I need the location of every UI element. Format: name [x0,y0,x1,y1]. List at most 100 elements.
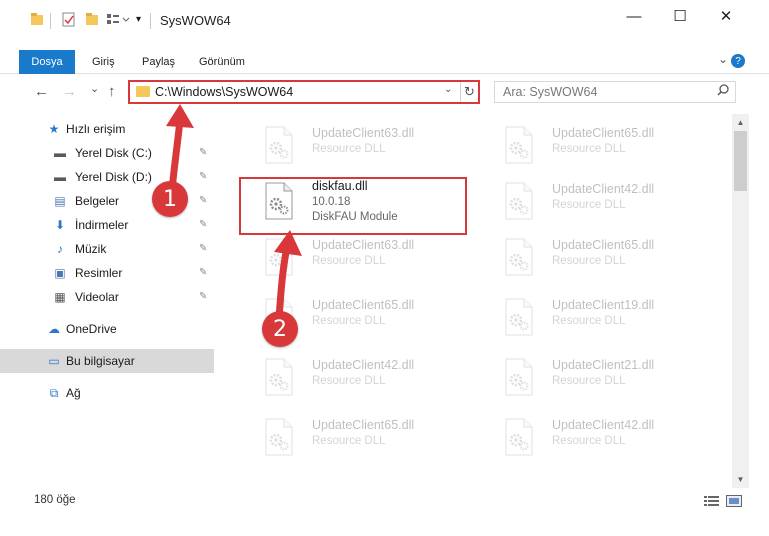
file-type: Resource DLL [552,255,626,267]
pin-icon: ✎ [199,243,208,254]
file-item[interactable]: UpdateClient63.dll Resource DLL [240,232,468,284]
drive-icon: ▬ [54,170,66,184]
file-item[interactable]: UpdateClient65.dll Resource DLL [240,412,468,464]
sidebar-item[interactable]: ♪ Müzik ✎ [0,237,214,261]
file-type: Resource DLL [312,255,386,267]
file-type: Resource DLL [552,435,626,447]
scroll-down-icon[interactable]: ▼ [732,471,749,488]
pin-icon: ✎ [199,219,208,230]
sidebar-item-label: İndirmeler [75,218,129,232]
forward-arrow-icon[interactable]: → [62,83,77,100]
dll-file-icon [504,182,534,220]
search-icon [717,84,729,99]
search-box[interactable]: Ara: SysWOW64 [494,81,736,103]
tab-file-label: Dosya [31,56,63,68]
address-path[interactable]: C:\Windows\SysWOW64 [155,85,293,99]
quick-access-dropdown-icon[interactable]: ▾ [136,14,141,25]
file-name: UpdateClient42.dll [552,182,655,196]
minimize-button[interactable]: — [611,0,657,32]
highlight-box-file [239,177,467,235]
network-icon: ⧉ [49,385,59,400]
file-item[interactable]: UpdateClient21.dll Resource DLL [480,352,708,404]
file-item[interactable]: UpdateClient42.dll Resource DLL [240,352,468,404]
sidebar-item-label: Hızlı erişim [66,122,126,136]
status-bar: 180 öğe [0,488,769,514]
videos-icon: ▦ [54,290,66,304]
file-item[interactable]: UpdateClient42.dll Resource DLL [480,412,708,464]
sidebar-item[interactable]: ▬ Yerel Disk (C:) ✎ [0,141,214,165]
callout-badge-2: 2 [262,311,298,347]
file-type: Resource DLL [312,143,386,155]
sidebar-item[interactable]: ▦ Videolar ✎ [0,285,214,309]
file-name: UpdateClient65.dll [312,418,415,432]
customize-quick-access-icon[interactable] [106,12,130,29]
large-icons-view-icon[interactable] [726,495,742,507]
search-input[interactable]: Ara: SysWOW64 [503,85,597,99]
scroll-thumb[interactable] [734,131,747,191]
sidebar-item-label: Videolar [75,290,119,304]
file-name: UpdateClient65.dll [552,126,655,140]
cloud-icon: ☁ [48,322,60,336]
drive-icon: ▬ [54,146,66,160]
title-separator [150,13,151,29]
sidebar-item-label: OneDrive [66,322,117,336]
vertical-scrollbar[interactable]: ▲ ▼ [732,114,749,488]
folder-icon [30,12,44,29]
file-name: UpdateClient63.dll [312,238,415,252]
tab-share[interactable]: Paylaş [142,56,175,68]
dll-file-icon [504,358,534,396]
file-item[interactable]: UpdateClient19.dll Resource DLL [480,292,708,344]
dll-file-icon [504,126,534,164]
recent-locations-icon[interactable]: ⌄ [90,82,99,95]
file-name: UpdateClient42.dll [552,418,655,432]
help-icon[interactable]: ? [731,54,745,68]
file-type: Resource DLL [552,143,626,155]
file-item[interactable]: UpdateClient42.dll Resource DLL [480,176,708,228]
tab-file[interactable]: Dosya [19,50,75,74]
details-view-icon[interactable] [704,495,720,507]
music-icon: ♪ [57,242,63,256]
sidebar-item[interactable]: ★ Hızlı erişim [0,117,214,141]
pin-icon: ✎ [199,291,208,302]
tab-view[interactable]: Görünüm [199,56,245,68]
dll-file-icon [264,238,294,276]
documents-icon: ▤ [54,194,66,208]
file-item[interactable]: UpdateClient63.dll Resource DLL [240,120,468,172]
close-button[interactable]: ✕ [703,0,749,32]
refresh-icon[interactable]: ↻ [460,82,478,102]
dll-file-icon [264,358,294,396]
sidebar-item[interactable]: ⧉ Ağ [0,381,214,405]
new-folder-icon[interactable] [85,12,99,29]
back-arrow-icon[interactable]: ← [34,83,49,100]
callout-badge-1: 1 [152,181,188,217]
address-dropdown-icon[interactable]: ⌄ [444,84,452,95]
file-name: UpdateClient21.dll [552,358,655,372]
sidebar-item[interactable]: ▭ Bu bilgisayar [0,349,214,373]
file-type: Resource DLL [312,435,386,447]
quick-access-separator [50,13,51,29]
sidebar-item[interactable]: ▣ Resimler ✎ [0,261,214,285]
sidebar-item[interactable]: ☁ OneDrive [0,317,214,341]
downloads-icon: ⬇ [54,218,66,232]
address-bar[interactable]: C:\Windows\SysWOW64 ⌄ ↻ [128,80,480,104]
file-item[interactable]: UpdateClient65.dll Resource DLL [480,232,708,284]
expand-ribbon-icon[interactable]: ⌄ [718,52,728,66]
file-type: Resource DLL [312,315,386,327]
sidebar-item-label: Bu bilgisayar [66,354,135,368]
help-icon-glyph: ? [735,55,741,67]
file-type: Resource DLL [552,375,626,387]
file-name: UpdateClient42.dll [312,358,415,372]
scroll-up-icon[interactable]: ▲ [732,114,749,131]
properties-icon[interactable] [62,12,76,30]
tab-home[interactable]: Giriş [92,56,115,68]
dll-file-icon [504,418,534,456]
dll-file-icon [264,126,294,164]
ribbon: Dosya Giriş Paylaş Görünüm ⌄ ? [0,40,769,74]
file-item[interactable]: UpdateClient65.dll Resource DLL [480,120,708,172]
sidebar-item-label: Yerel Disk (C:) [75,146,152,160]
up-arrow-icon[interactable]: ↑ [108,83,116,100]
maximize-button[interactable]: ☐ [657,0,703,32]
file-name: UpdateClient63.dll [312,126,415,140]
pin-icon: ✎ [199,195,208,206]
sidebar-item[interactable]: ⬇ İndirmeler ✎ [0,213,214,237]
